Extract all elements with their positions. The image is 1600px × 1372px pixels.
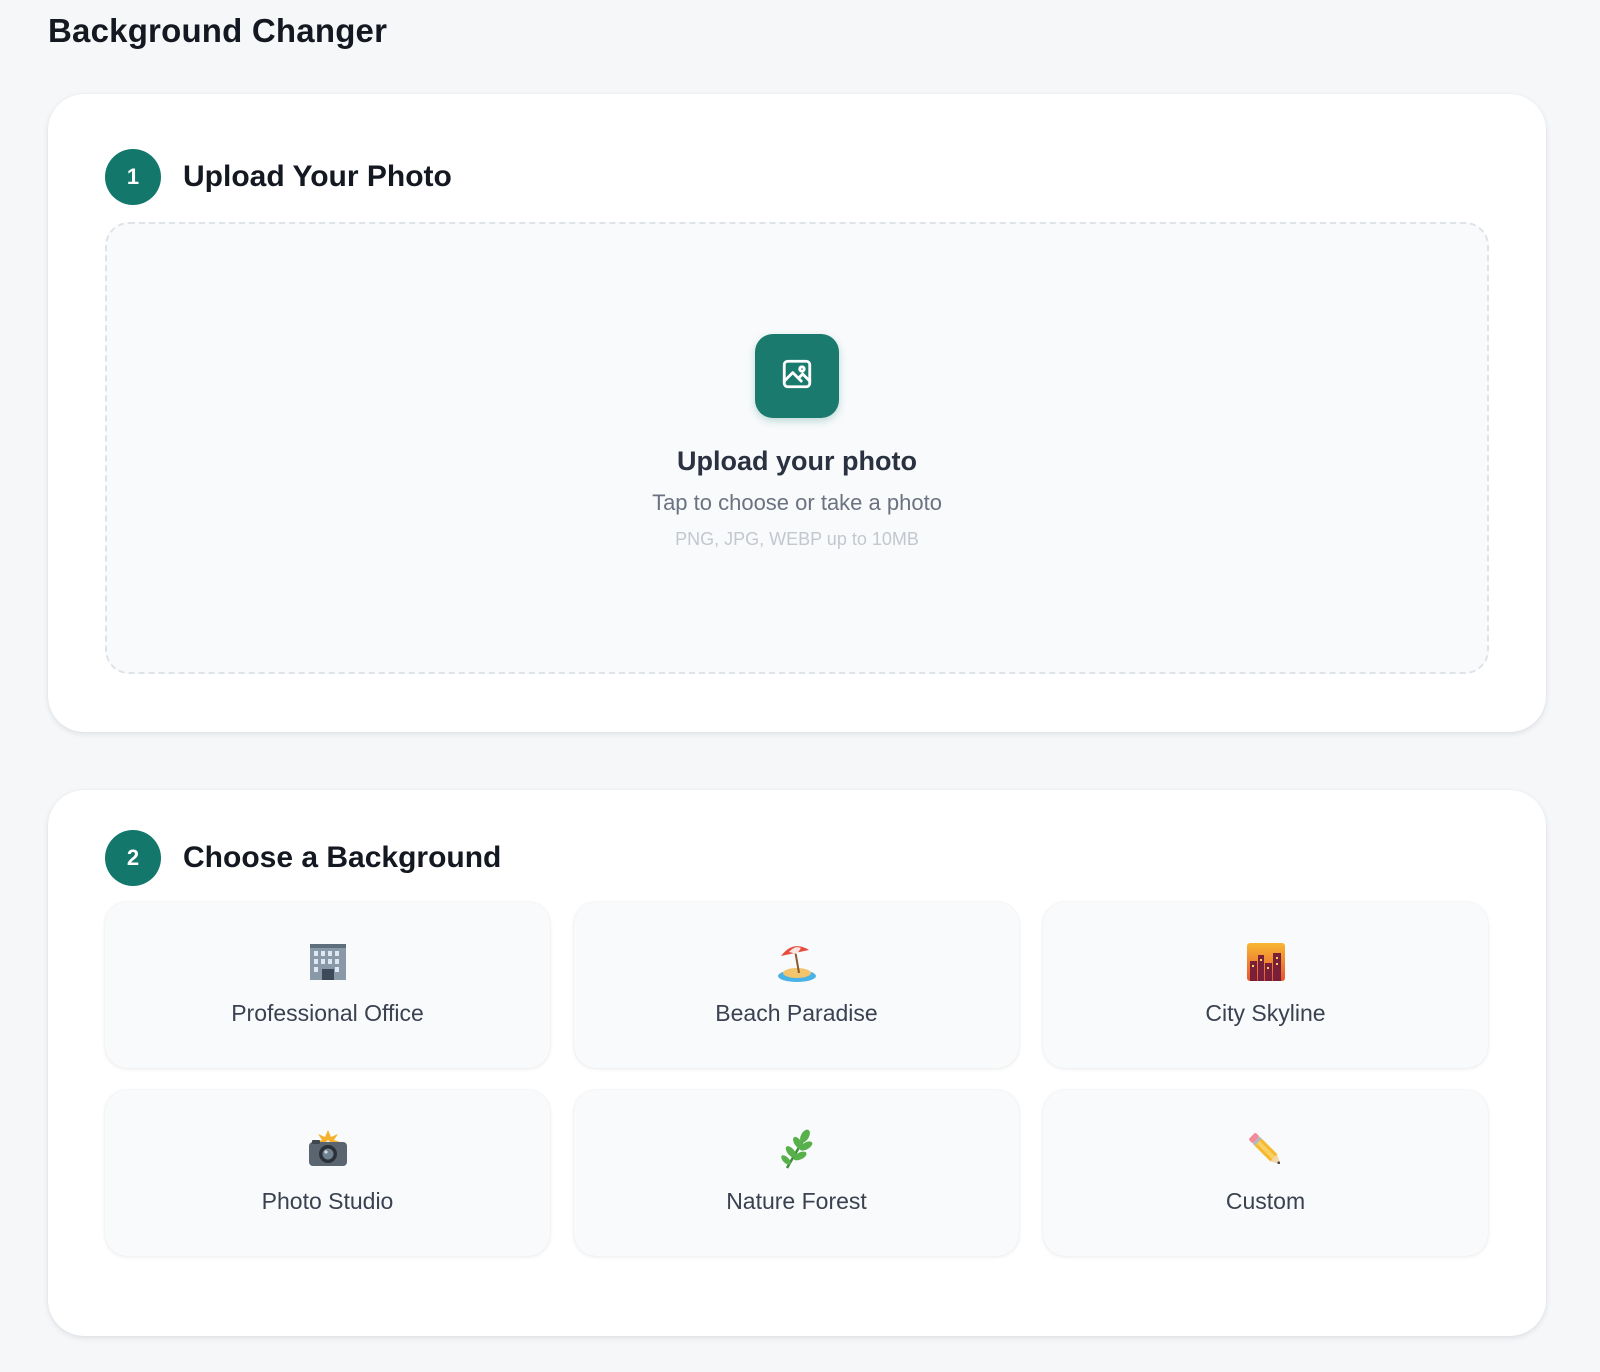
- upload-photo-button[interactable]: [755, 334, 839, 418]
- background-option-beach-paradise[interactable]: Beach Paradise: [574, 902, 1019, 1068]
- office-building-icon: [306, 940, 350, 984]
- background-option-professional-office[interactable]: Professional Office: [105, 902, 550, 1068]
- background-options-grid: Professional Office Beach Paradise City …: [105, 902, 1489, 1256]
- upload-subtitle: Tap to choose or take a photo: [652, 490, 942, 515]
- background-option-label: Nature Forest: [726, 1188, 867, 1214]
- step-2-badge: 2: [105, 830, 161, 886]
- background-option-label: City Skyline: [1205, 1000, 1326, 1026]
- background-option-photo-studio[interactable]: Photo Studio: [105, 1090, 550, 1256]
- background-option-city-skyline[interactable]: City Skyline: [1043, 902, 1488, 1068]
- background-option-label: Professional Office: [231, 1000, 424, 1026]
- background-option-label: Photo Studio: [261, 1188, 394, 1214]
- page-title: Background Changer: [48, 12, 388, 49]
- background-option-label: Beach Paradise: [715, 1000, 878, 1026]
- city-sunset-icon: [1244, 940, 1288, 984]
- step-2-title: Choose a Background: [183, 841, 502, 874]
- pencil-icon: [1244, 1128, 1288, 1172]
- herb-icon: [775, 1128, 819, 1172]
- step-2-header: 2 Choose a Background: [105, 830, 501, 886]
- background-option-custom[interactable]: Custom: [1043, 1090, 1488, 1256]
- step-1-header: 1 Upload Your Photo: [105, 149, 452, 205]
- image-icon: [780, 357, 814, 396]
- upload-formats-hint: PNG, JPG, WEBP up to 10MB: [675, 529, 919, 549]
- upload-title: Upload your photo: [677, 446, 917, 476]
- step-1-badge: 1: [105, 149, 161, 205]
- background-card: 2 Choose a Background Professional Offic…: [48, 790, 1546, 1336]
- beach-umbrella-icon: [775, 940, 819, 984]
- upload-card: 1 Upload Your Photo Upload your photo Ta…: [48, 94, 1546, 732]
- camera-flash-icon: [306, 1128, 350, 1172]
- step-1-title: Upload Your Photo: [183, 160, 452, 193]
- background-option-nature-forest[interactable]: Nature Forest: [574, 1090, 1019, 1256]
- background-option-label: Custom: [1225, 1188, 1306, 1214]
- photo-dropzone[interactable]: Upload your photo Tap to choose or take …: [105, 222, 1489, 674]
